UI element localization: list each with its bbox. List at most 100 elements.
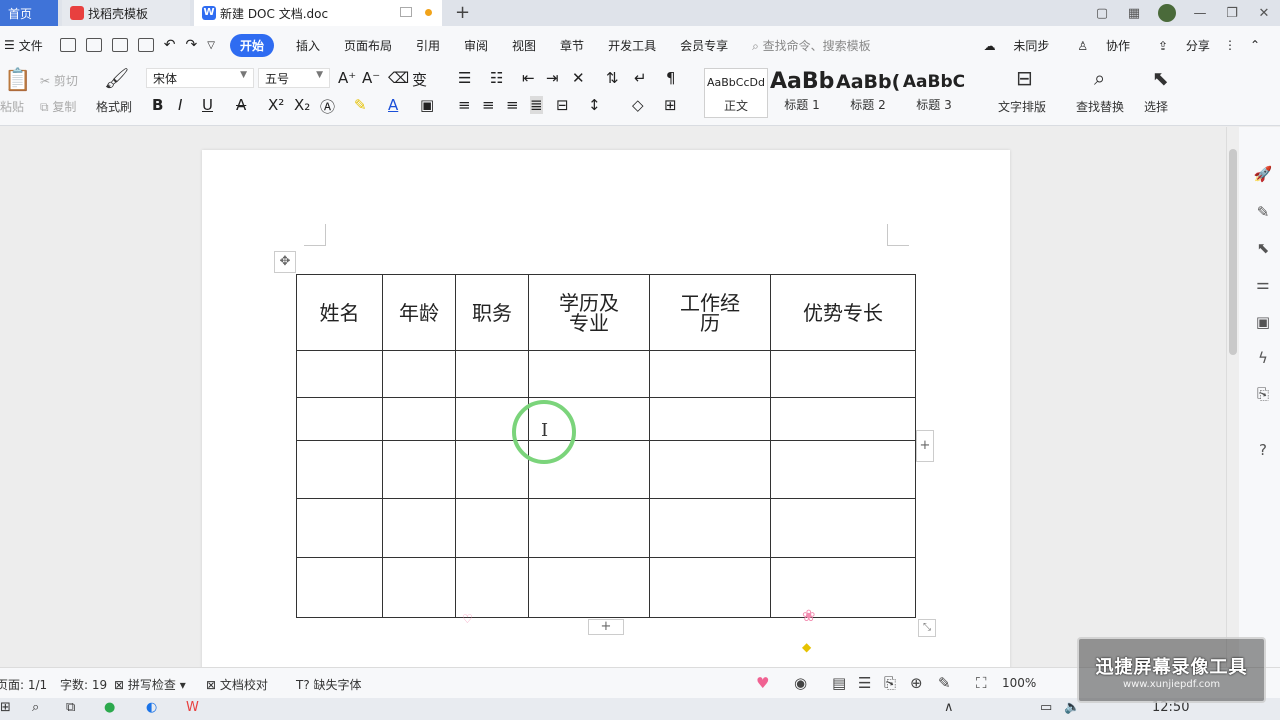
minimize-icon[interactable]: — <box>1184 6 1216 21</box>
table-cell[interactable] <box>770 557 916 618</box>
tab-member[interactable]: 会员专享 <box>680 37 728 54</box>
font-name-select[interactable]: 宋体 ▼ <box>146 68 254 88</box>
spell-check-button[interactable]: ⊠ 拼写检查 ▾ <box>114 676 186 693</box>
table-header-cell[interactable]: 年龄 <box>382 274 456 351</box>
phonetic-icon[interactable]: 变 <box>412 69 427 90</box>
print-icon[interactable] <box>111 38 128 52</box>
table-cell[interactable] <box>296 440 383 499</box>
missing-fonts-button[interactable]: T? 缺失字体 <box>296 676 362 693</box>
table-cell[interactable] <box>528 557 650 618</box>
numbered-list-icon[interactable]: ☷ <box>490 69 503 87</box>
table-cell[interactable] <box>649 440 771 499</box>
table-cell[interactable] <box>770 440 916 499</box>
borders-icon[interactable]: ⊞ <box>664 96 677 114</box>
highlight-icon[interactable]: ✎ <box>354 96 367 114</box>
pen-icon[interactable]: ✎ <box>1253 203 1273 223</box>
more-icon[interactable]: ⋮ <box>1224 38 1236 52</box>
subscript-button[interactable]: X₂ <box>294 96 310 114</box>
avatar[interactable] <box>1158 4 1176 22</box>
char-border-icon[interactable]: ▣ <box>420 96 434 114</box>
table-cell[interactable] <box>382 397 456 441</box>
wechat-icon[interactable]: ● <box>104 700 115 715</box>
pointer-icon[interactable]: ⬉ <box>1253 239 1273 259</box>
page-view-icon[interactable]: ▤ <box>832 674 846 692</box>
text-layout-icon[interactable]: ⊟ <box>1016 66 1033 90</box>
apps-grid-icon[interactable]: ▦ <box>1118 6 1150 21</box>
table-cell[interactable] <box>382 557 456 618</box>
tab-home[interactable]: 首页 <box>0 0 58 26</box>
strikethrough-button[interactable]: A <box>236 96 246 114</box>
italic-button[interactable]: I <box>178 96 182 114</box>
align-left-icon[interactable]: ≡ <box>458 96 471 114</box>
find-icon[interactable]: ⌕ <box>1094 66 1105 90</box>
table-cell[interactable] <box>296 350 383 398</box>
decrease-indent-icon[interactable]: ⇤ <box>522 69 535 87</box>
table-move-handle[interactable]: ✥ <box>274 251 296 273</box>
shading-icon[interactable]: ◇ <box>632 96 644 114</box>
new-tab-button[interactable]: + <box>455 2 470 23</box>
table-header-cell[interactable]: 工作经 历 <box>649 274 771 351</box>
task-view-icon[interactable]: ⧉ <box>66 700 75 715</box>
edge-icon[interactable]: ◐ <box>146 700 157 715</box>
tab-insert[interactable]: 插入 <box>296 37 320 54</box>
layout-icon[interactable]: ▢ <box>1086 6 1118 21</box>
table-cell[interactable] <box>455 498 529 558</box>
font-size-select[interactable]: 五号 ▼ <box>258 68 330 88</box>
table-header-cell[interactable]: 职务 <box>455 274 529 351</box>
window-preview-icon[interactable] <box>400 7 412 17</box>
tab-start[interactable]: 开始 <box>229 33 274 57</box>
bold-button[interactable]: B <box>152 96 163 114</box>
select-label[interactable]: 选择 <box>1144 98 1168 115</box>
tab-view[interactable]: 视图 <box>512 37 536 54</box>
text-direction-icon[interactable]: ⇅ <box>606 69 619 87</box>
vertical-scrollbar[interactable] <box>1227 127 1239 667</box>
collab-button[interactable]: ♙ 协作 <box>1063 37 1130 54</box>
word-count[interactable]: 字数: 19 <box>60 676 107 693</box>
table-cell[interactable] <box>649 498 771 558</box>
sliders-icon[interactable]: ⚌ <box>1253 275 1273 295</box>
command-search[interactable]: ⌕ 查找命令、搜索模板 <box>752 37 871 54</box>
copy-button[interactable]: ⧉ 复制 <box>40 98 76 115</box>
text-layout-label[interactable]: 文字排版 <box>998 98 1046 115</box>
format-painter-label[interactable]: 格式刷 <box>96 98 132 115</box>
restore-icon[interactable]: ❐ <box>1216 6 1248 21</box>
text-effect-button[interactable]: Ⓐ <box>320 96 335 117</box>
table-cell[interactable] <box>528 498 650 558</box>
add-column-button[interactable]: + <box>916 430 934 462</box>
shrink-font-icon[interactable]: A⁻ <box>362 69 380 87</box>
network-icon[interactable]: ▭ <box>1040 700 1052 715</box>
eye-protection-icon[interactable]: ◉ <box>794 674 807 692</box>
start-icon[interactable]: ⊞ <box>0 700 11 715</box>
table-cell[interactable] <box>770 498 916 558</box>
table-cell[interactable] <box>296 498 383 558</box>
undo-icon[interactable]: ↶ <box>164 37 176 53</box>
table-cell[interactable] <box>296 397 383 441</box>
paste-icon[interactable]: 📋 <box>4 68 31 93</box>
table-cell[interactable] <box>382 498 456 558</box>
image-edit-icon[interactable]: ▣ <box>1253 313 1273 333</box>
web-view-icon[interactable]: ⊕ <box>910 674 923 692</box>
help-icon[interactable]: ? <box>1253 441 1273 461</box>
share-button[interactable]: ⇪ 分享 <box>1144 37 1210 54</box>
quick-access-dropdown-icon[interactable]: ▽ <box>207 40 215 51</box>
clear-format-icon[interactable]: ⌫ <box>388 69 409 87</box>
add-row-button[interactable]: + <box>588 619 624 635</box>
paste-label[interactable]: 粘贴 <box>0 98 24 115</box>
sync-button[interactable]: ☁ 未同步 <box>970 37 1050 54</box>
tab-templates[interactable]: 找稻壳模板 <box>62 0 190 26</box>
grow-font-icon[interactable]: A⁺ <box>338 69 356 87</box>
write-view-icon[interactable]: ✎ <box>938 674 951 692</box>
style-normal[interactable]: AaBbCcDd 正文 <box>704 68 768 118</box>
style-heading-3[interactable]: AaBbC 标题 3 <box>902 68 966 118</box>
table-cell[interactable] <box>455 557 529 618</box>
table-header-cell[interactable]: 姓名 <box>296 274 383 351</box>
justify-icon[interactable]: ≣ <box>530 96 543 114</box>
style-heading-1[interactable]: AaBb 标题 1 <box>770 68 834 118</box>
bullet-list-icon[interactable]: ☰ <box>458 69 471 87</box>
tab-chapter[interactable]: 章节 <box>560 37 584 54</box>
line-spacing-icon[interactable]: ↕ <box>588 96 601 114</box>
lightning-icon[interactable]: ϟ <box>1253 349 1273 369</box>
table-cell[interactable] <box>649 350 771 398</box>
save-icon[interactable] <box>59 38 76 52</box>
scrollbar-thumb[interactable] <box>1229 149 1237 355</box>
